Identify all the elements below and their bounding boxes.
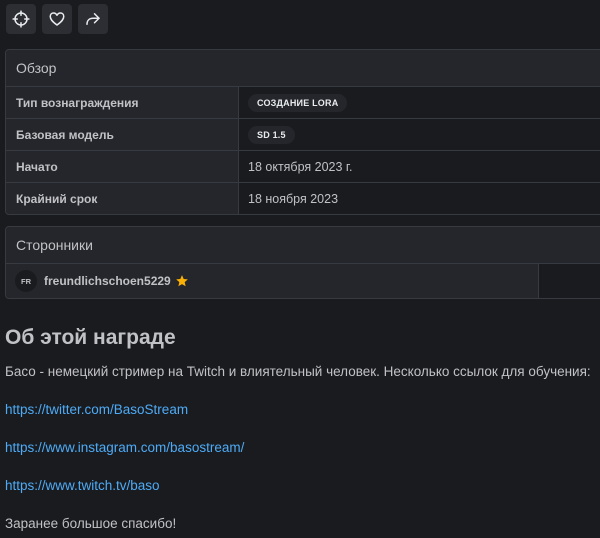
share-icon <box>86 13 100 25</box>
deadline-value: 18 ноября 2023 <box>248 191 339 206</box>
reward-type-badge: СОЗДАНИЕ LORA <box>248 93 348 112</box>
supporter-item[interactable]: FR freundlichschoen5229 <box>6 264 539 298</box>
locate-button[interactable] <box>6 4 36 34</box>
twitch-link[interactable]: https://www.twitch.tv/baso <box>5 478 160 493</box>
reward-type-label: Тип вознаграждения <box>6 87 239 118</box>
supporters-panel: Сторонники FR freundlichschoen5229 <box>5 226 600 299</box>
avatar: FR <box>15 270 37 292</box>
started-label: Начато <box>6 151 239 182</box>
heart-icon <box>49 12 65 26</box>
supporter-row: FR freundlichschoen5229 <box>6 264 600 298</box>
reward-type-row: Тип вознаграждения СОЗДАНИЕ LORA <box>6 87 600 119</box>
star-icon <box>175 275 188 287</box>
supporters-title: Сторонники <box>6 227 600 264</box>
share-button[interactable] <box>78 4 108 34</box>
thanks-text: Заранее большое спасибо! <box>5 516 177 531</box>
deadline-row: Крайний срок 18 ноября 2023 <box>6 183 600 214</box>
like-button[interactable] <box>42 4 72 34</box>
base-model-badge: SD 1.5 <box>248 125 295 144</box>
supporter-username[interactable]: freundlichschoen5229 <box>44 274 171 288</box>
twitter-link[interactable]: https://twitter.com/BasoStream <box>5 402 188 417</box>
started-row: Начато 18 октября 2023 г. <box>6 151 600 183</box>
deadline-label: Крайний срок <box>6 183 239 214</box>
about-title: Об этой награде <box>5 326 176 349</box>
base-model-row: Базовая модель SD 1.5 <box>6 119 600 151</box>
overview-panel: Обзор Тип вознаграждения СОЗДАНИЕ LORA Б… <box>5 49 600 215</box>
instagram-link[interactable]: https://www.instagram.com/basostream/ <box>5 440 244 455</box>
bounty-page: Обзор Тип вознаграждения СОЗДАНИЕ LORA Б… <box>0 0 600 538</box>
about-description: Басо - немецкий стример на Twitch и влия… <box>5 364 591 379</box>
action-bar <box>6 4 108 34</box>
base-model-label: Базовая модель <box>6 119 239 150</box>
crosshair-icon <box>12 10 30 28</box>
started-value: 18 октября 2023 г. <box>248 159 353 174</box>
overview-title: Обзор <box>6 50 600 87</box>
